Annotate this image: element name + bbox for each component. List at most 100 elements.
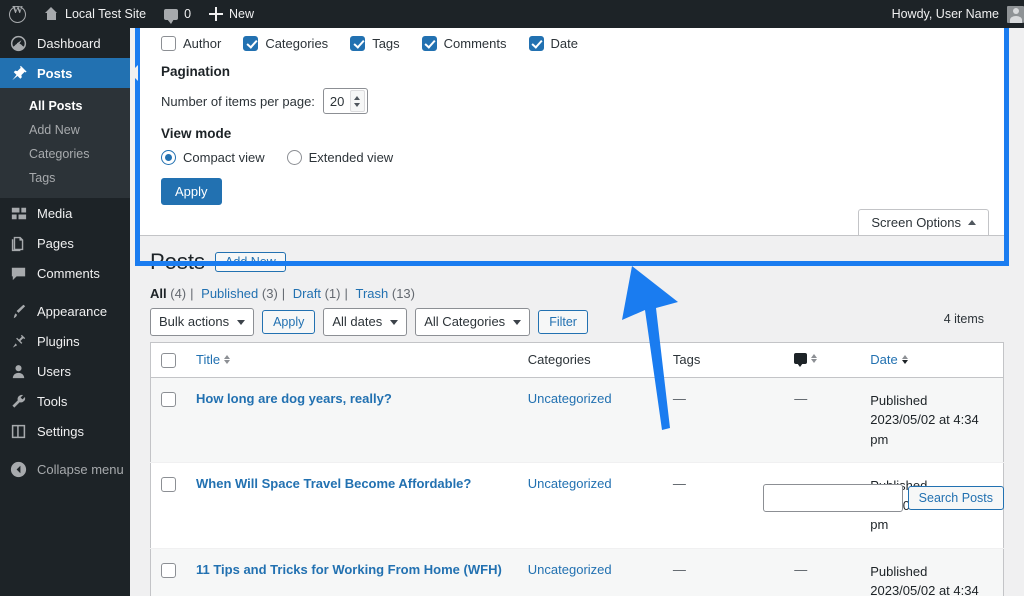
pagination-legend: Pagination — [161, 64, 1006, 79]
comments-bubble[interactable]: 0 — [155, 0, 200, 28]
row-title-cell[interactable]: 11 Tips and Tricks for Working From Home… — [186, 548, 518, 596]
bulk-actions-select[interactable]: Bulk actions — [150, 308, 254, 336]
radio-compact-view[interactable] — [161, 150, 176, 165]
collapse-menu-button[interactable]: Collapse menu — [0, 454, 130, 484]
radio-extended-view[interactable] — [287, 150, 302, 165]
view-separator: | — [186, 286, 197, 301]
category-filter-select[interactable]: All Categories — [415, 308, 530, 336]
sidebar-item-pages[interactable]: Pages — [0, 228, 130, 258]
view-mode-compact[interactable]: Compact view — [161, 150, 265, 165]
post-title-link[interactable]: How long are dog years, really? — [196, 391, 392, 406]
sidebar-subitem-add-new[interactable]: Add New — [0, 118, 130, 142]
post-title-link[interactable]: When Will Space Travel Become Affordable… — [196, 476, 471, 491]
screen-options-apply-button[interactable]: Apply — [161, 178, 222, 205]
checkbox-comments[interactable] — [422, 36, 437, 51]
new-content-menu[interactable]: New — [200, 0, 263, 28]
pages-icon — [9, 234, 28, 253]
sort-arrows-icon[interactable] — [224, 355, 230, 365]
row-tags-cell: — — [663, 377, 784, 463]
wordpress-logo-icon — [9, 6, 26, 23]
sort-arrows-icon[interactable] — [811, 354, 817, 364]
view-separator: | — [278, 286, 289, 301]
column-header-date[interactable]: Date — [860, 342, 1003, 377]
dashboard-icon — [9, 34, 28, 53]
view-all[interactable]: All (4) — [150, 286, 186, 301]
row-select-cell[interactable] — [151, 377, 187, 463]
date-filter-select[interactable]: All dates — [323, 308, 407, 336]
row-checkbox[interactable] — [161, 392, 176, 407]
sidebar-item-comments[interactable]: Comments — [0, 258, 130, 288]
column-toggle-categories[interactable]: Categories — [243, 36, 328, 51]
sidebar-item-posts[interactable]: Posts — [0, 58, 130, 88]
view-trash-link[interactable]: Trash — [356, 286, 389, 301]
sidebar-item-label: Media — [37, 206, 72, 221]
sidebar-item-media[interactable]: Media — [0, 198, 130, 228]
number-spinner-icon[interactable] — [350, 90, 365, 112]
post-title-link[interactable]: 11 Tips and Tricks for Working From Home… — [196, 562, 502, 577]
checkbox-author[interactable] — [161, 36, 176, 51]
caret-up-icon — [968, 220, 976, 225]
row-select-cell[interactable] — [151, 548, 187, 596]
checkbox-tags[interactable] — [350, 36, 365, 51]
column-toggle-comments[interactable]: Comments — [422, 36, 507, 51]
sidebar-item-label: Settings — [37, 424, 84, 439]
sidebar-subitem-categories[interactable]: Categories — [0, 142, 130, 166]
row-title-cell[interactable]: How long are dog years, really? — [186, 377, 518, 463]
column-toggle-tags[interactable]: Tags — [350, 36, 399, 51]
view-mode-extended[interactable]: Extended view — [287, 150, 394, 165]
view-published-link[interactable]: Published — [201, 286, 258, 301]
sidebar-item-users[interactable]: Users — [0, 356, 130, 386]
content-wrap: Posts Add New All (4)| Published (3)| Dr… — [130, 242, 1024, 596]
media-icon — [9, 204, 28, 223]
checkbox-date[interactable] — [529, 36, 544, 51]
row-checkbox[interactable] — [161, 563, 176, 578]
brush-icon — [9, 302, 28, 321]
row-select-cell[interactable] — [151, 463, 187, 549]
select-all-checkbox[interactable] — [161, 353, 176, 368]
date-value: 2023/05/02 at 4:34 pm — [870, 581, 993, 596]
sidebar-subitem-tags[interactable]: Tags — [0, 166, 130, 190]
column-toggle-date[interactable]: Date — [529, 36, 578, 51]
items-per-page-input[interactable]: 20 — [323, 88, 368, 114]
sidebar-subitem-all-posts[interactable]: All Posts — [0, 94, 130, 118]
pagination-row: Number of items per page: 20 — [161, 88, 1006, 114]
table-row[interactable]: How long are dog years, really? Uncatego… — [151, 377, 1004, 463]
row-checkbox[interactable] — [161, 477, 176, 492]
category-link[interactable]: Uncategorized — [528, 562, 612, 577]
view-draft-link[interactable]: Draft — [293, 286, 321, 301]
category-link[interactable]: Uncategorized — [528, 391, 612, 406]
view-trash[interactable]: Trash (13) — [356, 286, 416, 301]
view-all-link[interactable]: All — [150, 286, 167, 301]
select-all-header[interactable] — [151, 342, 187, 377]
column-toggle-author[interactable]: Author — [161, 36, 221, 51]
account-menu[interactable]: Howdy, User Name — [892, 6, 1024, 23]
row-title-cell[interactable]: When Will Space Travel Become Affordable… — [186, 463, 518, 549]
sidebar-item-settings[interactable]: Settings — [0, 416, 130, 446]
wp-logo-menu[interactable] — [0, 0, 35, 28]
row-date-cell: Published 2023/05/02 at 4:34 pm — [860, 377, 1003, 463]
view-published[interactable]: Published (3) — [201, 286, 278, 301]
comment-bubble-icon — [794, 353, 807, 364]
site-name-menu[interactable]: Local Test Site — [35, 0, 155, 28]
category-link[interactable]: Uncategorized — [528, 476, 612, 491]
date-status: Published — [870, 391, 993, 411]
sidebar-item-dashboard[interactable]: Dashboard — [0, 28, 130, 58]
bulk-apply-button[interactable]: Apply — [262, 310, 315, 334]
home-icon — [44, 7, 59, 21]
sidebar-item-appearance[interactable]: Appearance — [0, 296, 130, 326]
screen-options-toggle[interactable]: Screen Options — [858, 209, 989, 236]
search-input[interactable] — [763, 484, 903, 512]
column-header-title[interactable]: Title — [186, 342, 518, 377]
checkbox-categories[interactable] — [243, 36, 258, 51]
sort-arrows-icon[interactable] — [902, 355, 908, 365]
column-header-comments[interactable] — [784, 342, 860, 377]
filter-button[interactable]: Filter — [538, 310, 588, 334]
add-new-button[interactable]: Add New — [215, 252, 286, 272]
sidebar-item-tools[interactable]: Tools — [0, 386, 130, 416]
view-mode-legend: View mode — [161, 126, 1006, 141]
search-posts-button[interactable]: Search Posts — [908, 486, 1004, 510]
view-draft[interactable]: Draft (1) — [293, 286, 341, 301]
table-row[interactable]: 11 Tips and Tricks for Working From Home… — [151, 548, 1004, 596]
admin-bar: Local Test Site 0 New Howdy, User Name — [0, 0, 1024, 28]
sidebar-item-plugins[interactable]: Plugins — [0, 326, 130, 356]
